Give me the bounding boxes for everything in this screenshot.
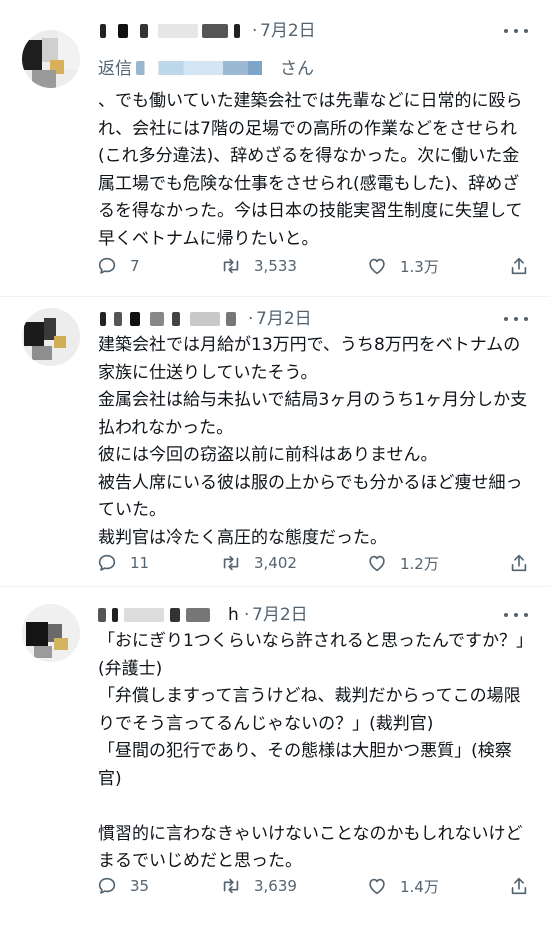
like-count: 1.3万 <box>400 257 439 276</box>
more-horizontal-icon[interactable] <box>504 308 528 330</box>
tweet-text: 、でも働いていた建築会社では先輩などに日常的に殴られ、会社には7階の足場での高所… <box>98 91 523 249</box>
name-tail: h <box>228 605 239 625</box>
display-name[interactable] <box>98 608 238 622</box>
retweet-count: 3,639 <box>254 877 297 895</box>
heart-icon <box>369 258 385 275</box>
reply-button[interactable]: 35 <box>96 873 149 899</box>
reply-suffix: さん <box>280 59 314 79</box>
share-button[interactable] <box>508 550 530 576</box>
retweet-count: 3,402 <box>254 554 297 572</box>
share-upload-icon <box>511 257 527 275</box>
share-button[interactable] <box>508 253 530 279</box>
timestamp[interactable]: 7月2日 <box>256 308 312 330</box>
reply-mention[interactable] <box>136 61 276 75</box>
share-upload-icon <box>511 877 527 895</box>
tweet[interactable]: · 7月2日 建築会社では月給が13万円で、うち8万円をベトナムの家族に仕送りし… <box>0 296 550 587</box>
reply-bubble-icon <box>98 554 116 571</box>
tweet-text: 建築会社では月給が13万円で、うち8万円をベトナムの家族に仕送りしていたそう。 … <box>98 335 528 548</box>
separator-dot: · <box>248 309 254 329</box>
avatar[interactable] <box>22 308 80 366</box>
tweet[interactable]: h · 7月2日 「おにぎり1つくらいなら許されると思ったんですか？」(弁護士)… <box>0 586 550 925</box>
reply-count: 7 <box>130 257 140 275</box>
share-button[interactable] <box>508 873 530 899</box>
separator-dot: · <box>252 21 258 41</box>
tweet-header: · 7月2日 <box>98 308 530 334</box>
action-bar: 35 3,639 1.4万 <box>96 873 536 899</box>
retweet-count: 3,533 <box>254 257 297 275</box>
like-button[interactable]: 1.4万 <box>366 873 439 899</box>
action-bar: 7 3,533 1.3万 <box>96 253 536 279</box>
tweet-text: 「おにぎり1つくらいなら許されると思ったんですか？」(弁護士) 「弁償しますって… <box>98 631 525 871</box>
avatar[interactable] <box>22 30 80 88</box>
retweet-button[interactable]: 3,639 <box>220 873 297 899</box>
reply-count: 11 <box>130 554 150 572</box>
retweet-button[interactable]: 3,402 <box>220 550 297 576</box>
retweet-icon <box>223 555 239 571</box>
heart-icon <box>369 878 385 895</box>
action-bar: 11 3,402 1.2万 <box>96 550 536 576</box>
reply-context: 返信 さん <box>98 58 314 80</box>
separator-dot: · <box>244 605 250 625</box>
display-name[interactable] <box>98 24 248 38</box>
tweet-header: · 7月2日 <box>98 20 530 46</box>
more-horizontal-icon[interactable] <box>504 604 528 626</box>
like-button[interactable]: 1.3万 <box>366 253 439 279</box>
like-button[interactable]: 1.2万 <box>366 550 439 576</box>
tweet-feed: · 7月2日 返信 さん 、でも働いていた建築会社では先輩などに日常的に殴られ、会… <box>0 0 550 925</box>
more-horizontal-icon[interactable] <box>504 20 528 42</box>
like-count: 1.4万 <box>400 877 439 896</box>
tweet[interactable]: · 7月2日 返信 さん 、でも働いていた建築会社では先輩などに日常的に殴られ、会… <box>0 0 550 297</box>
share-upload-icon <box>511 554 527 572</box>
timestamp[interactable]: 7月2日 <box>260 20 316 42</box>
reply-count: 35 <box>130 877 150 895</box>
reply-prefix: 返信 <box>98 59 132 79</box>
like-count: 1.2万 <box>400 554 439 573</box>
display-name[interactable] <box>98 312 248 326</box>
reply-bubble-icon <box>98 257 116 274</box>
heart-icon <box>369 555 385 572</box>
timestamp[interactable]: 7月2日 <box>252 604 308 626</box>
retweet-icon <box>223 878 239 894</box>
reply-bubble-icon <box>98 877 116 894</box>
reply-button[interactable]: 11 <box>96 550 149 576</box>
retweet-button[interactable]: 3,533 <box>220 253 297 279</box>
retweet-icon <box>223 258 239 274</box>
tweet-header: h · 7月2日 <box>98 604 530 630</box>
reply-button[interactable]: 7 <box>96 253 140 279</box>
avatar[interactable] <box>22 604 80 662</box>
